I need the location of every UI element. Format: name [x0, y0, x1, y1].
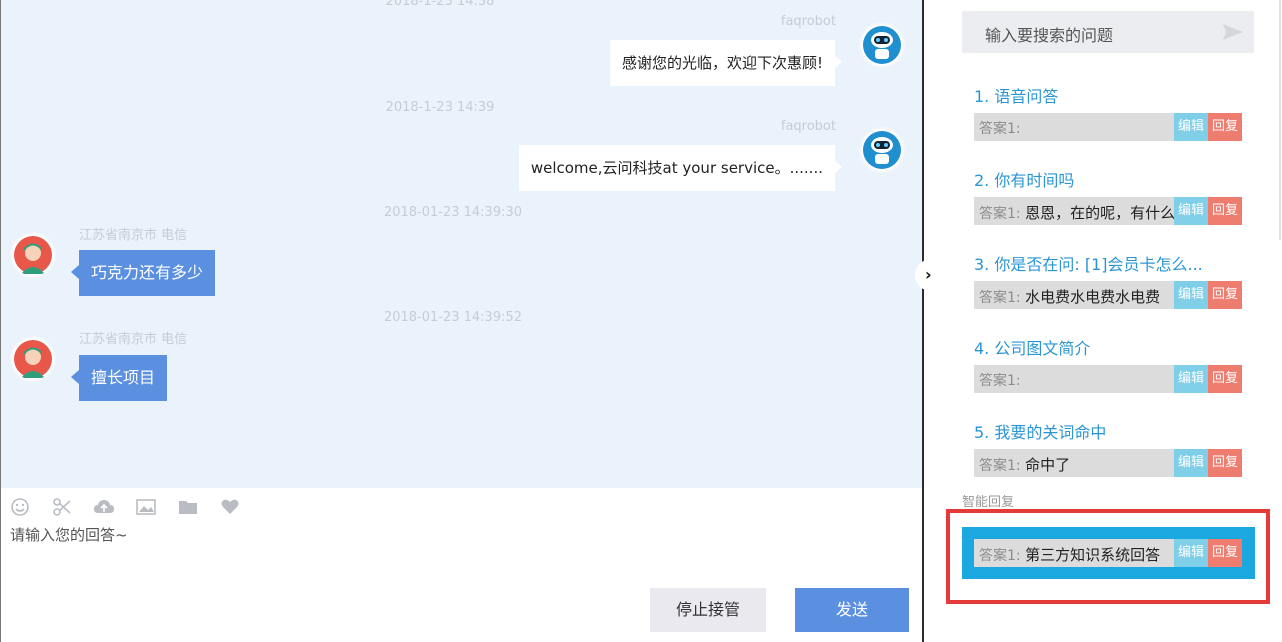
frame-border — [0, 0, 1, 642]
edit-button[interactable]: 编辑 — [1174, 197, 1208, 225]
message-sender: faqrobot — [780, 14, 836, 29]
answer-label: 答案1: — [979, 373, 1021, 389]
robot-avatar — [861, 129, 903, 171]
search-box[interactable]: 输入要搜索的问题 — [962, 11, 1254, 53]
edit-button[interactable]: 编辑 — [1174, 113, 1208, 141]
edit-button[interactable]: 编辑 — [1174, 539, 1208, 567]
robot-message-bubble: 感谢您的光临，欢迎下次惠顾! — [609, 40, 843, 86]
answer-row: 答案1: 命中了 编辑 回复 — [974, 449, 1242, 477]
robot-avatar — [861, 24, 903, 66]
send-button[interactable]: 发送 — [795, 588, 909, 632]
question-title[interactable]: 2. 你有时间吗 — [974, 167, 1074, 191]
question-title[interactable]: 3. 你是否在问: [1]会员卡怎么... — [974, 251, 1203, 275]
answer-row: 答案1: 水电费水电费水电费 编辑 回复 — [974, 281, 1242, 309]
answer-label: 答案1: — [979, 290, 1021, 306]
question-title[interactable]: 5. 我要的关词命中 — [974, 419, 1106, 443]
cloud-upload-icon[interactable] — [93, 497, 115, 517]
image-icon[interactable] — [136, 497, 158, 517]
edit-button[interactable]: 编辑 — [1174, 281, 1208, 309]
scissors-icon[interactable] — [52, 497, 74, 517]
user-avatar — [12, 234, 54, 276]
user-message-bubble: 擅长项目 — [70, 355, 168, 401]
smile-icon[interactable] — [10, 497, 32, 517]
edit-button[interactable]: 编辑 — [1174, 365, 1208, 393]
question-title[interactable]: 4. 公司图文简介 — [974, 335, 1090, 359]
folder-icon[interactable] — [178, 497, 200, 517]
reply-button[interactable]: 回复 — [1208, 113, 1242, 141]
stop-takeover-button[interactable]: 停止接管 — [650, 588, 766, 632]
answer-row: 答案1: 编辑 回复 — [974, 113, 1242, 141]
answer-text: 第三方知识系统回答 — [1025, 546, 1161, 564]
answer-label: 答案1: — [979, 121, 1021, 137]
question-title[interactable]: 1. 语音问答 — [974, 83, 1058, 107]
message-timestamp: 2018-1-23 14:39 — [385, 100, 495, 115]
reply-button[interactable]: 回复 — [1208, 539, 1242, 567]
scrollbar[interactable] — [1279, 0, 1281, 240]
answer-label: 答案1: — [979, 206, 1021, 222]
reply-input[interactable]: 请输入您的回答~ — [10, 524, 128, 545]
answer-label: 答案1: — [979, 458, 1021, 474]
smart-reply-answer-row: 答案1: 第三方知识系统回答 编辑 回复 — [974, 539, 1242, 567]
answer-label: 答案1: — [979, 548, 1021, 564]
chevron-right-icon: › — [925, 265, 932, 284]
message-timestamp: 2018-1-23 14:38 — [385, 0, 495, 9]
answer-text: 恩恩，在的呢，有什么 — [1025, 204, 1176, 222]
reply-button[interactable]: 回复 — [1208, 449, 1242, 477]
send-search-icon[interactable] — [1222, 22, 1244, 42]
answer-text: 命中了 — [1025, 456, 1071, 474]
answer-text: 水电费水电费水电费 — [1025, 288, 1161, 306]
panel-divider — [922, 0, 924, 642]
message-timestamp: 2018-01-23 14:39:30 — [383, 205, 523, 220]
chat-history[interactable]: 2018-1-23 14:38 faqrobot 感谢您的光临，欢迎下次惠顾! … — [0, 0, 922, 488]
message-timestamp: 2018-01-23 14:39:52 — [383, 310, 523, 325]
answer-row: 答案1: 恩恩，在的呢，有什么 编辑 回复 — [974, 197, 1242, 225]
message-sender: faqrobot — [780, 119, 836, 134]
user-message-bubble: 巧克力还有多少 — [70, 250, 216, 296]
answer-row: 答案1: 编辑 回复 — [974, 365, 1242, 393]
reply-button[interactable]: 回复 — [1208, 197, 1242, 225]
user-avatar — [12, 338, 54, 380]
reply-button[interactable]: 回复 — [1208, 281, 1242, 309]
smart-reply-heading: 智能回复 — [962, 495, 1015, 510]
message-sender: 江苏省南京市 电信 — [79, 332, 188, 347]
reply-button[interactable]: 回复 — [1208, 365, 1242, 393]
robot-message-bubble: welcome,云问科技at your service。....... — [518, 145, 843, 191]
search-input[interactable]: 输入要搜索的问题 — [985, 22, 1113, 46]
message-sender: 江苏省南京市 电信 — [79, 228, 188, 243]
heart-icon[interactable] — [220, 497, 242, 517]
edit-button[interactable]: 编辑 — [1174, 449, 1208, 477]
